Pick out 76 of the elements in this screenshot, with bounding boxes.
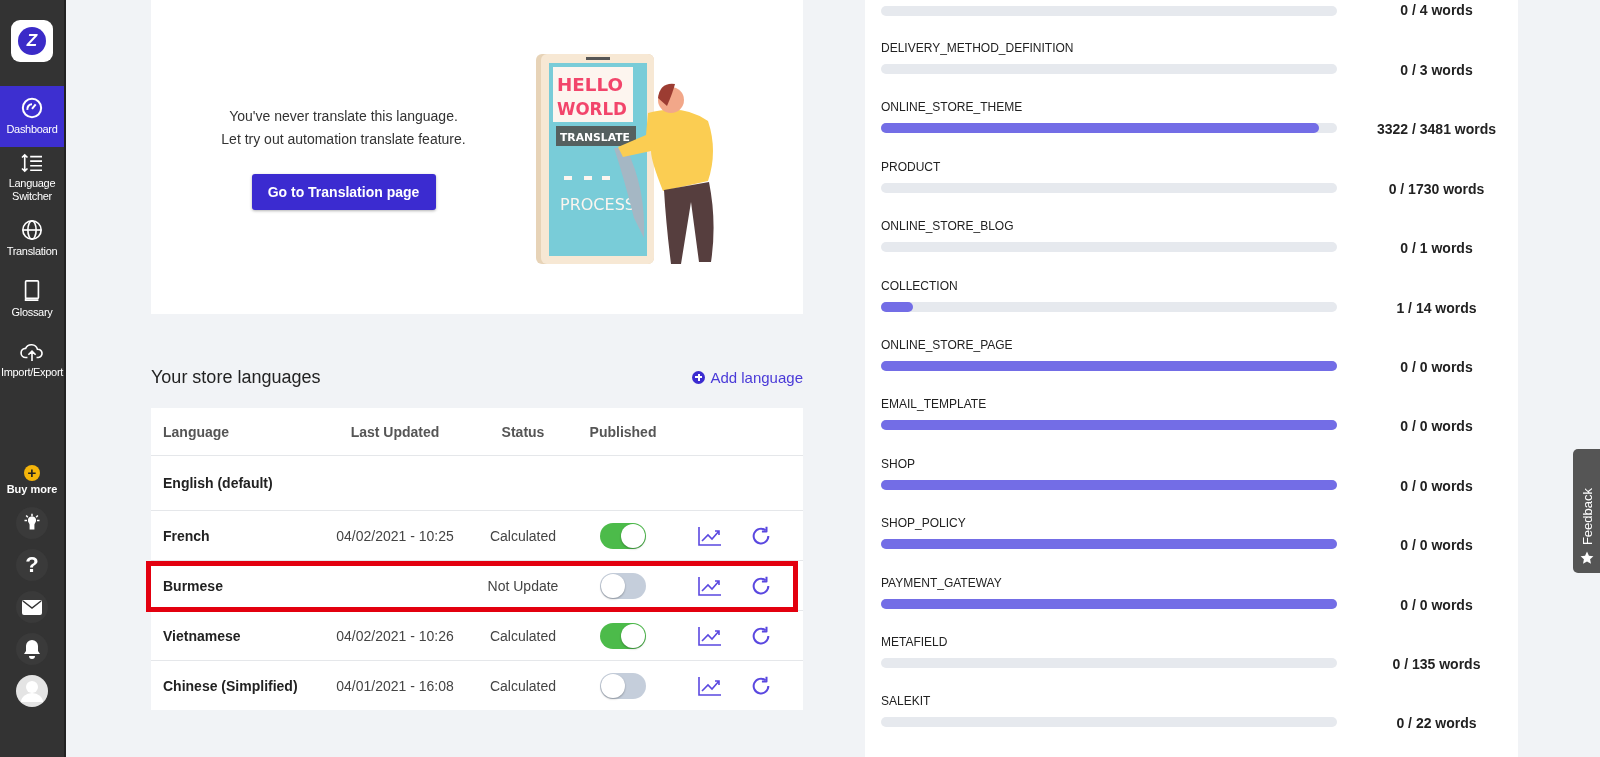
word-count: 0 / 0 words — [1399, 596, 1474, 613]
status-cell-text: Not Update — [486, 577, 560, 594]
sidebar-item[interactable]: Translation — [0, 208, 64, 269]
chart-icon[interactable] — [698, 675, 722, 696]
gauge-icon — [21, 97, 43, 119]
resource-label: PRODUCT — [881, 158, 942, 175]
empty-state-message: You've never translate this language. Let try out automation translate feature. — [221, 106, 466, 149]
language-name: Burmese — [163, 577, 224, 594]
word-count: 0 / 22 words — [1395, 715, 1478, 732]
resource-label: ONLINE_STORE_BLOG — [881, 218, 1015, 235]
resource-label: DELIVERY_METHOD_DEFINITION — [881, 40, 1075, 56]
resource-label: SALEKIT — [881, 693, 932, 710]
refresh-icon[interactable] — [750, 574, 772, 597]
word-count: 0 / 4 words — [1399, 2, 1474, 18]
resource-label: COLLECTION — [881, 277, 959, 294]
language-name: English (default) — [163, 475, 274, 491]
refresh-icon[interactable] — [750, 524, 772, 547]
lightbulb-icon[interactable] — [22, 513, 42, 533]
help-icon[interactable]: ? — [16, 549, 48, 581]
language-name: Chinese (Simplified) — [163, 677, 299, 694]
sort-list-icon — [21, 152, 43, 173]
word-count: 0 / 1 words — [1399, 240, 1474, 257]
globe-icon — [21, 219, 43, 241]
sidebar-item[interactable]: Import/Export — [0, 330, 64, 391]
language-name: Vietnamese — [163, 627, 242, 644]
resource-label: SHOP_POLICY — [881, 515, 967, 532]
feedback-tab[interactable]: Feedback — [1573, 449, 1600, 573]
column-header: Language — [163, 423, 231, 440]
app-logo: Z — [11, 20, 53, 62]
resource-label: EMAIL_TEMPLATE — [881, 396, 988, 413]
column-header: Status — [500, 423, 546, 440]
last-updated-cell-text: 04/02/2021 - 10:26 — [335, 627, 455, 644]
sidebar-item[interactable]: Language Switcher — [0, 147, 64, 208]
published-toggle[interactable] — [600, 672, 646, 699]
mail-icon[interactable] — [22, 599, 42, 615]
published-toggle[interactable] — [600, 572, 646, 599]
refresh-icon[interactable] — [750, 674, 772, 697]
chart-icon[interactable] — [698, 625, 722, 646]
status-cell-text: Calculated — [488, 627, 558, 644]
resource-label: SHOP — [881, 455, 916, 472]
sidebar-item[interactable]: Dashboard — [0, 86, 64, 147]
section-title: Your store languages — [151, 366, 321, 388]
refresh-icon[interactable] — [750, 624, 772, 647]
resource-label: ONLINE_STORE_THEME — [881, 99, 1024, 116]
word-count: 0 / 0 words — [1399, 418, 1474, 435]
add-language-link[interactable]: Add language — [692, 368, 803, 386]
bell-icon[interactable] — [23, 639, 41, 659]
word-count: 0 / 135 words — [1391, 655, 1482, 672]
resource-label: PAYMENT_GATEWAY — [881, 574, 1003, 591]
published-toggle[interactable] — [600, 622, 646, 649]
column-header: Published — [588, 423, 658, 440]
cloud-upload-icon — [20, 342, 44, 362]
go-to-translation-button[interactable]: Go to Translation page — [251, 173, 436, 210]
word-count: 3322 / 3481 words — [1375, 121, 1498, 138]
chart-icon[interactable] — [698, 575, 722, 596]
star-icon — [1580, 551, 1594, 565]
word-count: 0 / 0 words — [1399, 358, 1474, 375]
word-count: 1 / 14 words — [1395, 299, 1478, 316]
resource-label: ONLINE_STORE_PAGE — [881, 336, 1014, 353]
word-count: 0 / 0 words — [1399, 537, 1474, 554]
resource-label: METAFIELD — [881, 633, 949, 650]
word-count: 0 / 3 words — [1399, 62, 1474, 78]
word-count: 0 / 1730 words — [1387, 180, 1486, 197]
status-cell-text: Calculated — [488, 677, 558, 694]
column-header: Last Updated — [349, 423, 441, 440]
sidebar-item[interactable]: Glossary — [0, 269, 64, 330]
language-name: French — [163, 527, 211, 544]
published-toggle[interactable] — [600, 522, 646, 549]
buy-more-button[interactable]: + Buy more — [6, 465, 58, 495]
chart-icon[interactable] — [698, 525, 722, 546]
word-count: 0 / 0 words — [1399, 477, 1474, 494]
book-icon — [22, 280, 42, 302]
last-updated-cell-text: 04/02/2021 - 10:25 — [335, 527, 455, 544]
avatar-icon[interactable] — [16, 675, 48, 707]
status-cell-text: Calculated — [488, 527, 558, 544]
last-updated-cell-text: 04/01/2021 - 16:08 — [335, 677, 455, 694]
